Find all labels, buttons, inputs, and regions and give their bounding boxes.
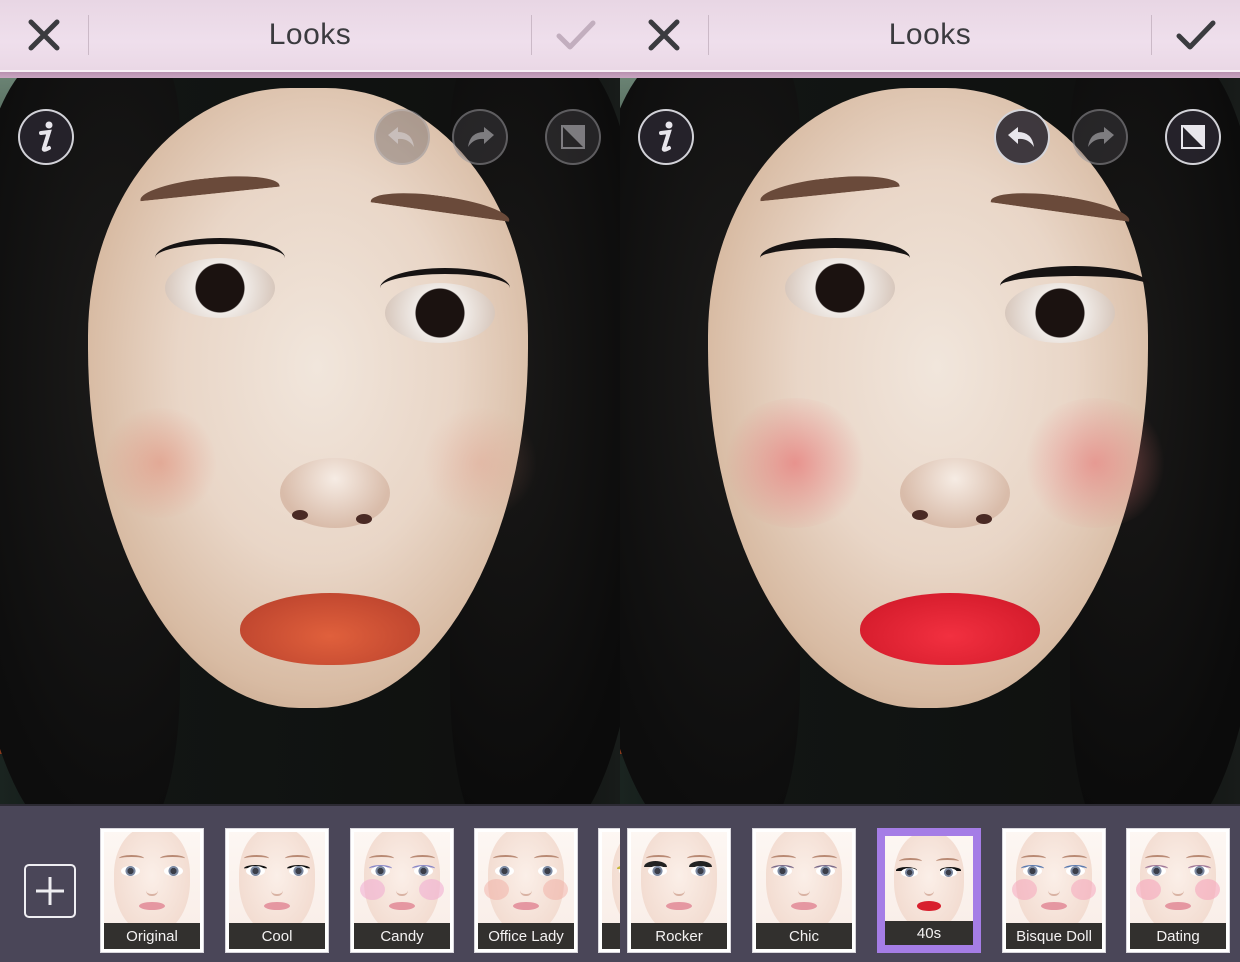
look-label: Candy bbox=[354, 923, 450, 949]
look-preview: Original bbox=[104, 832, 200, 949]
look-thumbnail-partial[interactable] bbox=[598, 828, 620, 953]
redo-button[interactable] bbox=[452, 109, 508, 165]
close-icon bbox=[648, 19, 680, 51]
look-label: Dating bbox=[1130, 923, 1226, 949]
look-thumbnail-rocker[interactable]: Rocker bbox=[627, 828, 731, 953]
plus-icon bbox=[36, 877, 64, 905]
look-label: Original bbox=[104, 923, 200, 949]
look-thumbnail-cool[interactable]: Cool bbox=[225, 828, 329, 953]
look-preview: Chic bbox=[756, 832, 852, 949]
photo-canvas[interactable] bbox=[620, 78, 1240, 804]
screen-after: Looks Rocker Chic 40s Bisque Doll Dating bbox=[620, 0, 1240, 962]
eye-left bbox=[785, 258, 895, 318]
checkmark-icon bbox=[556, 20, 596, 50]
undo-button[interactable] bbox=[994, 109, 1050, 165]
look-preview: Dating bbox=[1130, 832, 1226, 949]
look-label: Office Lady bbox=[478, 923, 574, 949]
eye-right bbox=[1005, 283, 1115, 343]
nostril bbox=[356, 514, 372, 524]
look-preview: Bisque Doll bbox=[1006, 832, 1102, 949]
cancel-button[interactable] bbox=[620, 0, 708, 70]
look-thumbnail-40s[interactable]: 40s bbox=[877, 828, 981, 953]
confirm-button[interactable] bbox=[532, 0, 620, 70]
page-title: Looks bbox=[268, 18, 352, 51]
compare-split-icon bbox=[1181, 125, 1205, 149]
redo-arrow-icon bbox=[468, 127, 494, 147]
blush-right bbox=[1020, 398, 1170, 528]
undo-button[interactable] bbox=[374, 109, 430, 165]
look-preview: Cool bbox=[229, 832, 325, 949]
looks-strip[interactable]: Rocker Chic 40s Bisque Doll Dating bbox=[620, 804, 1240, 962]
eye-right bbox=[385, 283, 495, 343]
screen-before: Looks Original Cool Candy Office Lady bbox=[0, 0, 620, 962]
look-preview: Rocker bbox=[631, 832, 727, 949]
redo-arrow-icon bbox=[1088, 127, 1114, 147]
page-title: Looks bbox=[888, 18, 972, 51]
look-label: Cool bbox=[229, 923, 325, 949]
look-preview bbox=[602, 832, 620, 949]
compare-button[interactable] bbox=[1165, 109, 1221, 165]
compare-button[interactable] bbox=[545, 109, 601, 165]
header-bar: Looks bbox=[0, 0, 620, 70]
undo-arrow-icon bbox=[388, 127, 414, 147]
look-thumbnail-chic[interactable]: Chic bbox=[752, 828, 856, 953]
header-shadow bbox=[0, 70, 620, 78]
look-thumbnail-office-lady[interactable]: Office Lady bbox=[474, 828, 578, 953]
lips bbox=[860, 593, 1040, 665]
header-shadow bbox=[620, 70, 1240, 78]
nostril bbox=[976, 514, 992, 524]
looks-strip[interactable]: Original Cool Candy Office Lady bbox=[0, 804, 620, 962]
cheek-right bbox=[420, 408, 540, 518]
look-thumbnail-original[interactable]: Original bbox=[100, 828, 204, 953]
confirm-button[interactable] bbox=[1152, 0, 1240, 70]
look-preview: Office Lady bbox=[478, 832, 574, 949]
blush-left bbox=[720, 398, 870, 528]
redo-button[interactable] bbox=[1072, 109, 1128, 165]
info-icon bbox=[659, 121, 673, 152]
checkmark-icon bbox=[1176, 20, 1216, 50]
look-label bbox=[602, 923, 620, 949]
undo-arrow-icon bbox=[1008, 127, 1034, 147]
look-thumbnail-candy[interactable]: Candy bbox=[350, 828, 454, 953]
look-label: Rocker bbox=[631, 923, 727, 949]
look-label: Bisque Doll bbox=[1006, 923, 1102, 949]
lips bbox=[240, 593, 420, 665]
eye-left bbox=[165, 258, 275, 318]
info-button[interactable] bbox=[638, 109, 694, 165]
header-bar: Looks bbox=[620, 0, 1240, 70]
look-label: Chic bbox=[756, 923, 852, 949]
cancel-button[interactable] bbox=[0, 0, 88, 70]
look-preview: Candy bbox=[354, 832, 450, 949]
compare-split-icon bbox=[561, 125, 585, 149]
look-thumbnail-bisque-doll[interactable]: Bisque Doll bbox=[1002, 828, 1106, 953]
info-button[interactable] bbox=[18, 109, 74, 165]
cheek-left bbox=[100, 408, 220, 518]
close-icon bbox=[28, 19, 60, 51]
look-preview: 40s bbox=[885, 836, 973, 945]
add-look-button[interactable] bbox=[24, 864, 76, 918]
look-thumbnail-dating[interactable]: Dating bbox=[1126, 828, 1230, 953]
look-label: 40s bbox=[885, 921, 973, 945]
photo-canvas[interactable] bbox=[0, 78, 620, 804]
info-icon bbox=[39, 121, 53, 152]
nostril bbox=[912, 510, 928, 520]
nostril bbox=[292, 510, 308, 520]
